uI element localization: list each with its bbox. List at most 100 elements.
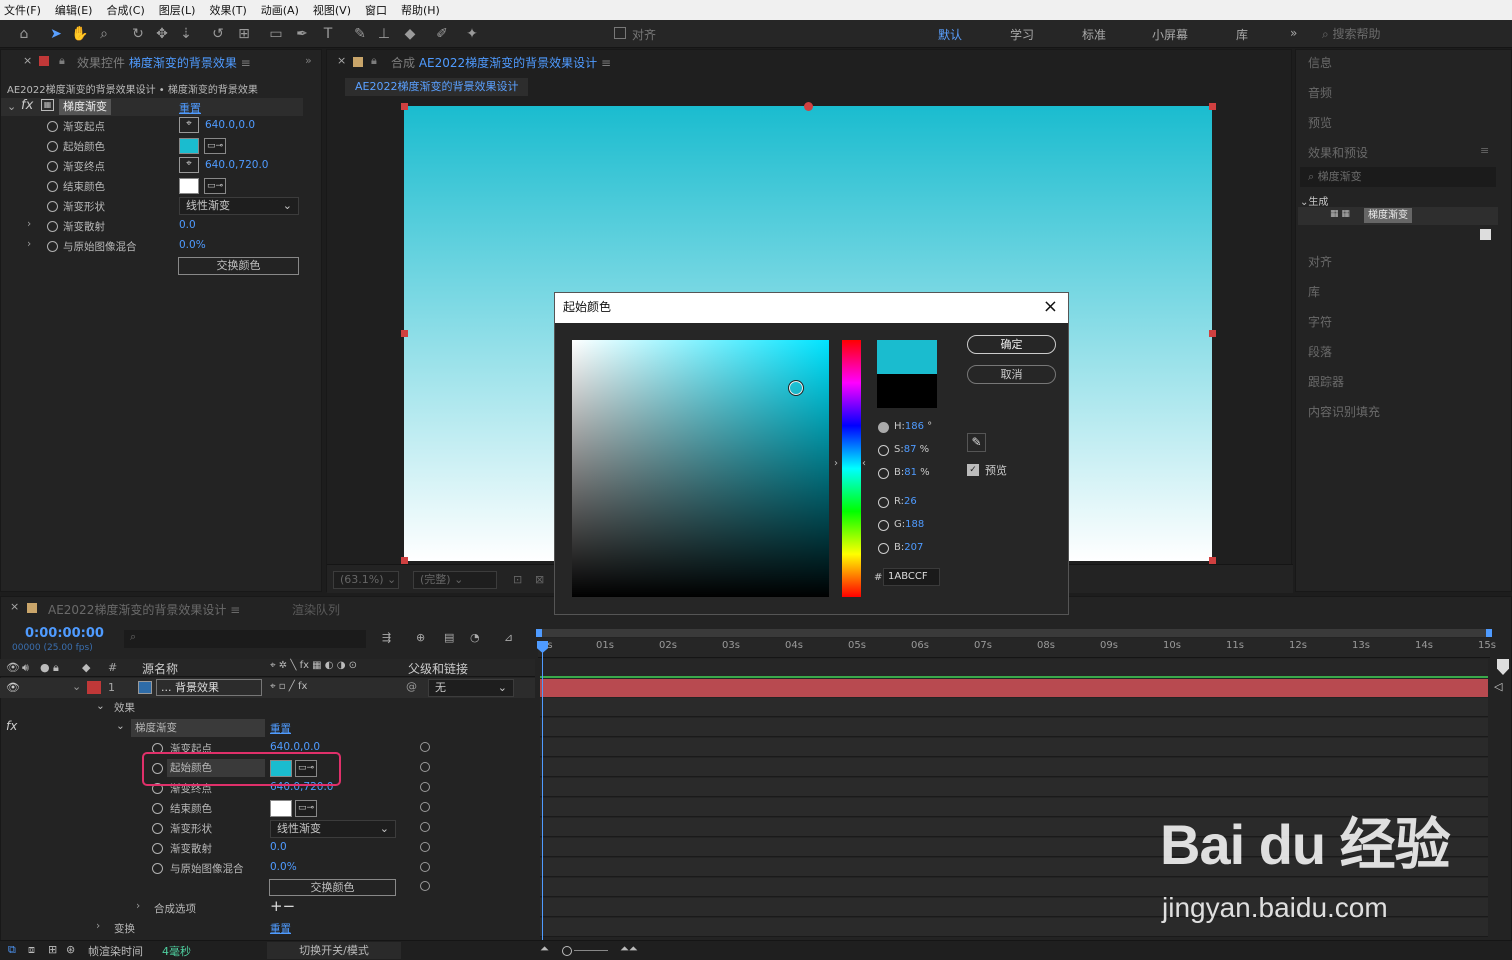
panel-align[interactable]: 对齐 xyxy=(1308,253,1332,270)
orbit-tool-icon[interactable]: ↻ xyxy=(128,24,148,44)
eyedropper-icon[interactable]: ✎ xyxy=(967,433,986,452)
add-remove-icon[interactable]: +− xyxy=(270,897,295,915)
layer-handle[interactable] xyxy=(401,330,408,337)
green-field[interactable]: G:188 xyxy=(894,519,924,530)
zoom-in-icon[interactable]: ⏶⏶ xyxy=(620,942,638,956)
effect-name[interactable]: 梯度渐变 xyxy=(59,99,111,115)
preview-checkbox[interactable]: ✓ xyxy=(967,464,979,476)
end-color-swatch[interactable] xyxy=(179,178,199,194)
gradient-start-point-handle[interactable] xyxy=(804,102,813,111)
menu-view[interactable]: 视图(V) xyxy=(313,2,351,18)
layer-row[interactable]: 👁︎ ⌄ 1 ... 背景效果 ⌖ ▫ ╱ fx @ 无 ⌄ xyxy=(0,678,535,698)
transform-reset-link[interactable]: 重置 xyxy=(270,921,291,936)
stopwatch-icon[interactable] xyxy=(152,803,163,814)
panel-libraries[interactable]: 库 xyxy=(1308,283,1320,300)
tl-swap-colors-button[interactable]: 交换颜色 xyxy=(269,879,396,896)
stamp-tool-icon[interactable]: ⊥ xyxy=(374,24,394,44)
quality-dropdown[interactable]: (完整) ⌄ xyxy=(413,571,497,589)
stopwatch-icon[interactable] xyxy=(152,843,163,854)
cancel-button[interactable]: 取消 xyxy=(967,365,1056,384)
expression-pickwhip-icon[interactable] xyxy=(420,802,430,812)
stopwatch-icon[interactable] xyxy=(47,221,58,232)
new-preset-icon[interactable] xyxy=(1480,229,1491,240)
frame-blend-icon[interactable]: ▤ xyxy=(444,631,454,644)
close-tab-icon[interactable]: × xyxy=(337,54,346,67)
menu-composition[interactable]: 合成(C) xyxy=(106,2,144,18)
layer-handle[interactable] xyxy=(401,103,408,110)
render-icon[interactable]: ⧈ xyxy=(28,943,35,957)
expression-pickwhip-icon[interactable] xyxy=(420,762,430,772)
effects-item-row[interactable]: ▦ ▦ 梯度渐变 xyxy=(1298,207,1498,225)
close-icon[interactable]: × xyxy=(1043,296,1058,317)
panel-effects-presets[interactable]: 效果和预设 xyxy=(1308,144,1368,161)
solo-icon[interactable]: ● xyxy=(40,661,50,674)
layer-handle[interactable] xyxy=(1209,557,1216,564)
prop-value[interactable]: 0.0 xyxy=(270,841,287,853)
pen-tool-icon[interactable]: ✒ xyxy=(292,24,312,44)
effect-name[interactable]: 梯度渐变 xyxy=(131,719,265,737)
panel-preview[interactable]: 预览 xyxy=(1308,114,1332,131)
expand-caret-icon[interactable]: › xyxy=(96,920,100,932)
expand-caret-icon[interactable]: › xyxy=(136,900,140,912)
hue-slider-left-arrow[interactable]: › xyxy=(834,458,838,469)
text-tool-icon[interactable]: T xyxy=(318,24,338,44)
workspace-small-screen[interactable]: 小屏幕 xyxy=(1152,26,1188,43)
expression-pickwhip-icon[interactable] xyxy=(420,862,430,872)
anchor-tool-icon[interactable]: ⊞ xyxy=(234,24,254,44)
effect-reset-link[interactable]: 重置 xyxy=(270,721,291,736)
layer-search-input[interactable]: ⌕ xyxy=(124,630,366,648)
crosshair-icon[interactable]: ⌖ xyxy=(179,157,199,173)
expand-caret-icon[interactable]: ⌄ xyxy=(72,680,81,693)
composition-tab[interactable]: 合成 AE2022梯度渐变的背景效果设计 ≡ xyxy=(391,54,611,71)
toggle-switches-modes-button[interactable]: 切换开关/模式 xyxy=(267,942,401,959)
selection-tool-icon[interactable]: ➤ xyxy=(46,24,66,44)
panel-content-aware-fill[interactable]: 内容识别填充 xyxy=(1308,403,1380,420)
eraser-tool-icon[interactable]: ◆ xyxy=(400,24,420,44)
layer-name[interactable]: ... 背景效果 xyxy=(156,679,262,696)
panel-overflow-icon[interactable]: » xyxy=(305,54,312,67)
audio-icon[interactable]: 🔊︎ xyxy=(22,661,29,675)
lock-icon[interactable]: 🔒︎ xyxy=(371,54,377,68)
radio-blue[interactable] xyxy=(878,543,889,554)
expression-pickwhip-icon[interactable] xyxy=(420,782,430,792)
workspace-overflow-icon[interactable]: » xyxy=(1290,26,1297,40)
ok-button[interactable]: 确定 xyxy=(967,335,1056,354)
visibility-eye-icon[interactable]: 👁︎ xyxy=(6,681,20,694)
stopwatch-icon[interactable] xyxy=(47,181,58,192)
color-picker-cursor[interactable] xyxy=(788,380,804,396)
menu-window[interactable]: 窗口 xyxy=(365,2,387,18)
panel-info[interactable]: 信息 xyxy=(1308,54,1332,71)
panel-audio[interactable]: 音频 xyxy=(1308,84,1332,101)
panel-menu-icon[interactable]: ≡ xyxy=(1480,144,1489,157)
layer-duration-bar[interactable] xyxy=(540,679,1488,697)
home-icon[interactable]: ⌂ xyxy=(14,24,34,44)
layer-switches[interactable]: ⌖ ▫ ╱ fx xyxy=(270,681,307,692)
toggle-icon[interactable]: ⧉ xyxy=(8,943,16,957)
effect-reset-link[interactable]: 重置 xyxy=(179,100,201,116)
end-color-swatch[interactable] xyxy=(270,800,292,817)
ramp-shape-dropdown[interactable]: 线性渐变 ⌄ xyxy=(179,197,299,215)
work-area-end-handle[interactable] xyxy=(1486,629,1492,637)
graph-editor-icon[interactable]: ⊿ xyxy=(504,631,513,644)
stopwatch-icon[interactable] xyxy=(152,863,163,874)
timecode-display[interactable]: 0:00:00:00 xyxy=(25,626,104,641)
panel-paragraph[interactable]: 段落 xyxy=(1308,343,1332,360)
zoom-out-icon[interactable]: ⏶ xyxy=(540,942,549,956)
red-field[interactable]: R:26 xyxy=(894,496,917,507)
stopwatch-icon[interactable] xyxy=(47,201,58,212)
start-color-swatch[interactable] xyxy=(179,138,199,154)
motion-blur-icon[interactable]: ◔ xyxy=(470,631,480,644)
prop-value[interactable]: 640.0,0.0 xyxy=(205,119,255,131)
comp-flowchart-icon[interactable]: ⇶ xyxy=(382,631,391,644)
transfer-icon[interactable]: ⊛ xyxy=(66,943,75,956)
pin-tool-icon[interactable]: ✦ xyxy=(462,24,482,44)
expand-caret-icon[interactable]: › xyxy=(27,238,31,250)
expand-caret-icon[interactable]: ⌄ xyxy=(96,700,105,712)
layer-handle[interactable] xyxy=(401,557,408,564)
lock-keyframe-icon[interactable]: ◁ xyxy=(1494,680,1502,693)
radio-saturation[interactable] xyxy=(878,445,889,456)
eye-icon[interactable]: 👁︎ xyxy=(6,661,20,674)
prop-value[interactable]: 640.0,720.0 xyxy=(205,159,268,171)
expand-caret-icon[interactable]: ⌄ xyxy=(116,720,125,732)
draft-3d-icon[interactable]: ⊕ xyxy=(416,631,425,644)
